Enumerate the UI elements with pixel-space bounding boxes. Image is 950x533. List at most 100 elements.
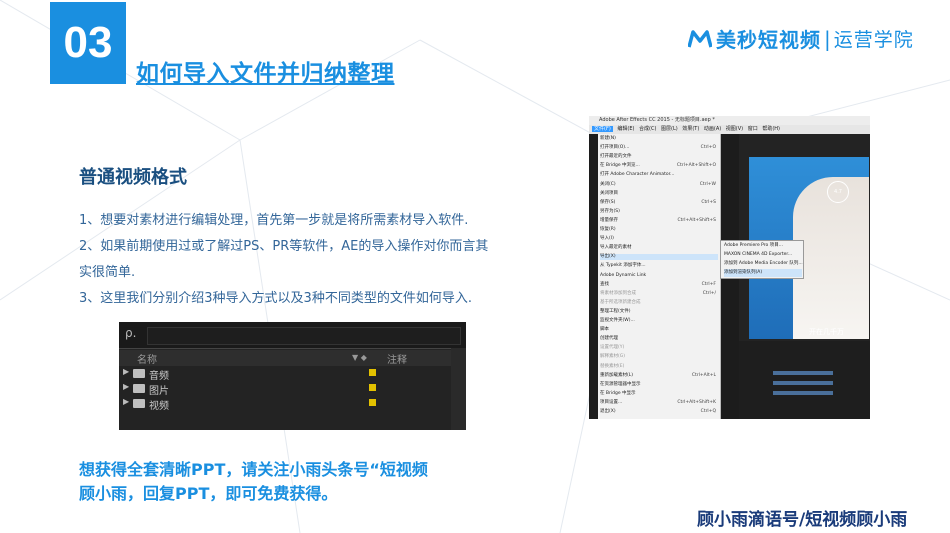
video-caption: 开在几千万 bbox=[809, 328, 844, 336]
menu-item[interactable]: 增量保存 Ctrl+Alt+Shift+S bbox=[600, 218, 718, 224]
menu-item-label: 打开最近的文件 bbox=[600, 154, 632, 160]
folder-icon bbox=[133, 384, 145, 393]
menu-item-label: 打开项目(O)... bbox=[600, 145, 630, 151]
menu-item[interactable]: 从 Typekit 添加字体... bbox=[600, 263, 718, 269]
menu-item[interactable]: 在 Bridge 中浏览... Ctrl+Alt+Shift+O bbox=[600, 163, 718, 169]
project-folder-row[interactable]: ▶ 视频 bbox=[119, 396, 466, 412]
column-comment[interactable]: 注释 bbox=[387, 351, 407, 366]
ae-export-submenu: Adobe Premiere Pro 项目... MAXON CINEMA 4D… bbox=[720, 240, 804, 279]
video-badge: 4.7 bbox=[827, 181, 849, 203]
menu-item[interactable]: 导入最近的素材 bbox=[600, 245, 718, 251]
menu-item[interactable]: 创建代理 bbox=[600, 336, 718, 342]
body-line: 2、如果前期使用过或了解过PS、PR等软件，AE的导入操作对你而言其 bbox=[79, 239, 489, 254]
label-color-swatch[interactable] bbox=[369, 399, 376, 406]
menu-item-label: 项目设置... bbox=[600, 399, 623, 405]
menu-view[interactable]: 视图(V) bbox=[726, 126, 743, 132]
menu-layer[interactable]: 图层(L) bbox=[661, 126, 678, 132]
menu-item-label: 导入(I) bbox=[600, 236, 614, 242]
brand-name: 美秒短视频 bbox=[716, 28, 821, 52]
folder-name: 图片 bbox=[149, 386, 169, 397]
menu-item[interactable]: 打开项目(O)... Ctrl+O bbox=[600, 145, 718, 151]
menu-item[interactable]: 打开最近的文件 bbox=[600, 154, 718, 160]
menu-item[interactable]: 恢复(R) bbox=[600, 227, 718, 233]
magnifier-icon[interactable]: ρ. bbox=[125, 326, 136, 340]
menu-item[interactable]: 项目设置... Ctrl+Alt+Shift+K bbox=[600, 400, 718, 406]
label-color-swatch[interactable] bbox=[369, 384, 376, 391]
menu-item[interactable]: 在 Bridge 中显示 bbox=[600, 391, 718, 397]
menu-item-render-queue[interactable]: 添加到渲染队列(A) bbox=[724, 269, 802, 277]
ae-timeline[interactable] bbox=[739, 341, 870, 419]
menu-help[interactable]: 帮助(H) bbox=[762, 126, 780, 132]
slide-title: 如何导入文件并归纳整理 bbox=[136, 61, 395, 87]
menu-item[interactable]: 导入(I) bbox=[600, 236, 718, 242]
menu-edit[interactable]: 编辑(E) bbox=[617, 126, 634, 132]
menu-item[interactable]: 另存为(S) bbox=[600, 209, 718, 215]
video-frame-person bbox=[793, 177, 869, 339]
menu-item[interactable]: 新建(N) bbox=[600, 136, 718, 142]
menu-item-label: 退出(X) bbox=[600, 409, 616, 414]
label-tag-icon[interactable]: ▼ ◆ bbox=[352, 353, 367, 362]
cta-line: 顾小雨，回复PPT，即可免费获得。 bbox=[79, 484, 338, 503]
menu-item[interactable]: 设置代理(Y) bbox=[600, 345, 718, 351]
menu-item-shortcut: Ctrl+W bbox=[699, 181, 716, 187]
menu-item[interactable]: 关闭项目 bbox=[600, 191, 718, 197]
menu-window[interactable]: 窗口 bbox=[748, 126, 758, 132]
menu-file[interactable]: 文件(F) bbox=[592, 126, 613, 132]
menu-item-label: 在资源管理器中显示 bbox=[600, 381, 641, 387]
menu-item[interactable]: Adobe Dynamic Link bbox=[600, 273, 718, 279]
menu-item[interactable]: Adobe Premiere Pro 项目... bbox=[724, 242, 802, 250]
folder-icon bbox=[133, 399, 145, 408]
menu-item-label: 保存(S) bbox=[600, 199, 616, 205]
menu-item[interactable]: 替换素材(E) bbox=[600, 364, 718, 370]
expand-arrow-icon[interactable]: ▶ bbox=[123, 397, 129, 406]
project-folder-row[interactable]: ▶ 音频 bbox=[119, 366, 466, 382]
menu-item[interactable]: 监视文件夹(W)... bbox=[600, 318, 718, 324]
ae-window-title: Adobe After Effects CC 2015 - 无标题项目.aep … bbox=[589, 116, 870, 125]
menu-item[interactable]: 在资源管理器中显示 bbox=[600, 382, 718, 388]
menu-item[interactable]: 整理工程(文件) bbox=[600, 309, 718, 315]
expand-arrow-icon[interactable]: ▶ bbox=[123, 367, 129, 376]
project-search-bar[interactable]: ρ. bbox=[119, 322, 466, 349]
label-color-swatch[interactable] bbox=[369, 369, 376, 376]
column-name[interactable]: 名称 bbox=[137, 351, 157, 366]
menu-item-shortcut: Ctrl+O bbox=[700, 145, 716, 151]
menu-animation[interactable]: 动画(A) bbox=[704, 126, 721, 132]
menu-item-label: 关闭项目 bbox=[600, 190, 618, 196]
watermark: 顾小雨滴语号/短视频顾小雨 bbox=[697, 510, 908, 530]
cta-line: 想获得全套清晰PPT，请关注小雨头条号“短视频 bbox=[79, 460, 428, 479]
menu-item[interactable]: 添加到 Adobe Media Encoder 队列... bbox=[724, 260, 803, 268]
timeline-layer-bar[interactable] bbox=[773, 391, 833, 395]
menu-item[interactable]: 退出(X) Ctrl+Q bbox=[600, 409, 718, 415]
menu-item-label: 监视文件夹(W)... bbox=[600, 318, 635, 323]
menu-item-shortcut: Ctrl+/ bbox=[702, 290, 716, 296]
menu-item[interactable]: 打开 Adobe Character Animator... bbox=[600, 172, 718, 178]
menu-item[interactable]: 导出(X) bbox=[600, 254, 718, 261]
menu-item-label: 新建(N) bbox=[600, 136, 616, 141]
project-folder-row[interactable]: ▶ 图片 bbox=[119, 381, 466, 397]
menu-item[interactable]: 重新加载素材(L) Ctrl+Alt+L bbox=[600, 373, 718, 379]
menu-item[interactable]: 脚本 bbox=[600, 327, 718, 333]
menu-item-label: 重新加载素材(L) bbox=[600, 372, 634, 378]
expand-arrow-icon[interactable]: ▶ bbox=[123, 382, 129, 391]
section-title: 普通视频格式 bbox=[79, 167, 187, 188]
menu-item-label: 导入最近的素材 bbox=[600, 245, 632, 251]
menu-item[interactable]: 保存(S) Ctrl+S bbox=[600, 200, 718, 206]
menu-item-shortcut: Ctrl+Alt+Shift+S bbox=[677, 217, 717, 223]
project-panel: ρ. 名称 ▼ ◆ 注释 ▶ 音频 ▶ 图片 ▶ 视频 bbox=[119, 322, 466, 430]
menu-composition[interactable]: 合成(C) bbox=[639, 126, 656, 132]
timeline-layer-bar[interactable] bbox=[773, 381, 833, 385]
menu-item[interactable]: MAXON CINEMA 4D Exporter... bbox=[724, 251, 802, 259]
menu-item[interactable]: 解释素材(G) bbox=[600, 354, 718, 360]
menu-item[interactable]: 关闭(C) Ctrl+W bbox=[600, 182, 718, 188]
timeline-layer-bar[interactable] bbox=[773, 371, 833, 375]
project-search-input[interactable] bbox=[147, 327, 461, 345]
menu-item[interactable]: 查找 Ctrl+F bbox=[600, 282, 718, 288]
menu-item[interactable]: 基于所选项新建合成 bbox=[600, 300, 718, 306]
folder-name: 音频 bbox=[149, 371, 169, 382]
menu-item[interactable]: 将素材添加到合成 Ctrl+/ bbox=[600, 291, 718, 297]
menu-effect[interactable]: 效果(T) bbox=[682, 126, 699, 132]
project-column-header: 名称 ▼ ◆ 注释 bbox=[119, 350, 466, 366]
menu-item-label: 打开 Adobe Character Animator... bbox=[600, 172, 675, 178]
call-to-action: 想获得全套清晰PPT，请关注小雨头条号“短视频 顾小雨，回复PPT，即可免费获得… bbox=[79, 458, 499, 506]
menu-item-shortcut: Ctrl+F bbox=[701, 281, 716, 287]
